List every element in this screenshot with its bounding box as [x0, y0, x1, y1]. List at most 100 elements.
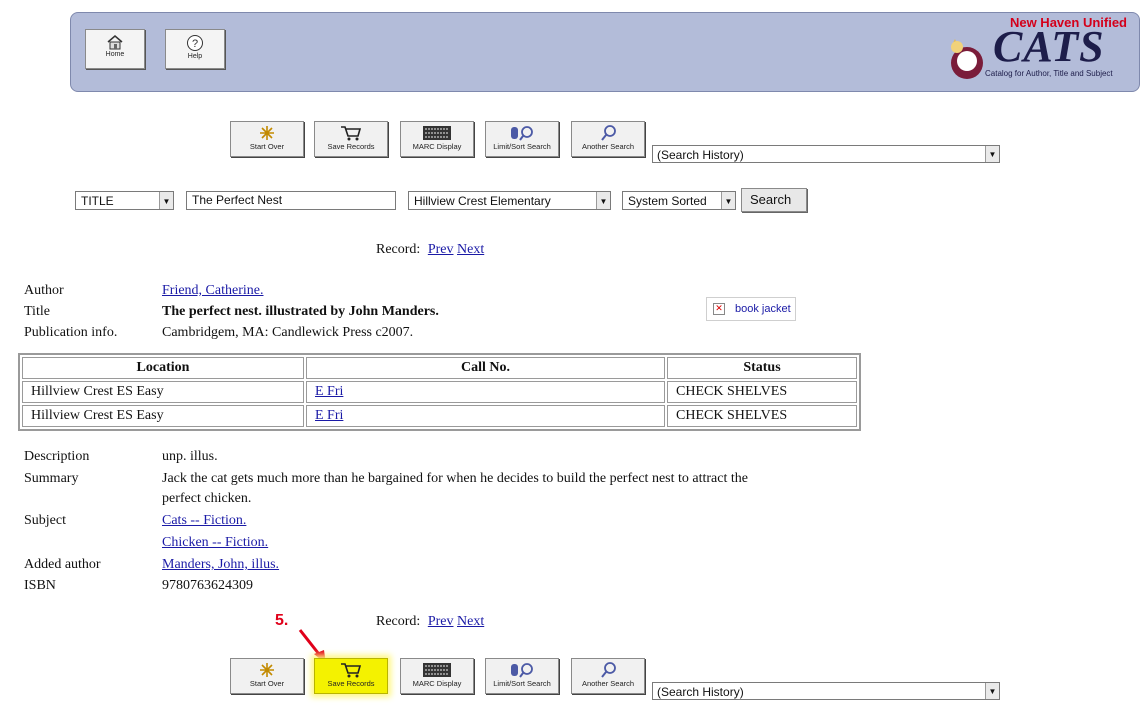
search-history-value: (Search History): [657, 685, 744, 699]
marc-grid-icon: [423, 126, 451, 140]
another-search-label: Another Search: [581, 142, 635, 151]
chevron-down-icon: ▼: [596, 192, 610, 209]
added-author-link[interactable]: Manders, John, illus.: [162, 557, 279, 572]
column-header-location: Location: [22, 357, 304, 379]
home-label: Home: [105, 51, 125, 58]
prev-record-link[interactable]: Prev: [428, 242, 454, 257]
table-header-row: Location Call No. Status: [22, 357, 857, 379]
chevron-down-icon: ▼: [985, 683, 999, 699]
svg-text:?: ?: [192, 38, 198, 50]
search-field-value: TITLE: [81, 194, 114, 208]
save-records-label: Save Records: [327, 142, 375, 151]
toolbar-bottom: Start Over Save Records MARC Display Lim…: [230, 658, 660, 702]
title-label: Title: [24, 304, 50, 319]
search-button[interactable]: Search: [741, 188, 807, 212]
start-over-label: Start Over: [249, 142, 285, 151]
search-button-label: Search: [750, 192, 792, 207]
description-value: unp. illus.: [162, 449, 218, 464]
subject-label: Subject: [24, 513, 66, 528]
book-jacket-alt: book jacket: [735, 303, 791, 315]
prev-record-link[interactable]: Prev: [428, 614, 454, 629]
status-cell: CHECK SHELVES: [667, 381, 857, 403]
header-banner: Home ? Help New Haven Unified CATS Catal…: [70, 12, 1140, 92]
search-query-text: The Perfect Nest: [192, 193, 283, 207]
column-header-call-no: Call No.: [306, 357, 665, 379]
help-button[interactable]: ? Help: [165, 29, 225, 69]
marc-display-button[interactable]: MARC Display: [400, 121, 474, 157]
magnifier-icon: [601, 662, 616, 678]
limit-sort-button[interactable]: Limit/Sort Search: [485, 658, 559, 694]
publication-label: Publication info.: [24, 325, 118, 340]
save-records-button[interactable]: Save Records: [314, 121, 388, 157]
isbn-value: 9780763624309: [162, 578, 253, 593]
column-header-status: Status: [667, 357, 857, 379]
summary-line-1: Jack the cat gets much more than he barg…: [162, 471, 748, 486]
another-search-label: Another Search: [581, 679, 635, 688]
search-history-select[interactable]: (Search History) ▼: [652, 682, 1000, 700]
location-cell: Hillview Crest ES Easy: [22, 405, 304, 427]
magnifier-icon: [601, 125, 616, 141]
help-icon: ?: [187, 35, 203, 51]
step-5-callout: 5.: [275, 612, 289, 629]
added-author-label: Added author: [24, 557, 101, 572]
broken-image-icon: ✕: [713, 303, 725, 315]
record-nav-top: Record: Prev Next: [376, 242, 484, 258]
record-nav-label: Record:: [376, 242, 421, 257]
start-over-button[interactable]: Start Over: [230, 121, 304, 157]
status-cell: CHECK SHELVES: [667, 405, 857, 427]
another-search-button[interactable]: Another Search: [571, 658, 645, 694]
subject-link-cats[interactable]: Cats -- Fiction.: [162, 513, 246, 528]
book-jacket-image[interactable]: ✕ book jacket: [706, 297, 796, 321]
next-record-link[interactable]: Next: [457, 242, 484, 257]
record-nav-bottom: Record: Prev Next: [376, 614, 484, 630]
call-no-link[interactable]: E Fri: [315, 384, 343, 399]
table-row: Hillview Crest ES Easy E Fri CHECK SHELV…: [22, 381, 857, 403]
cart-icon: [341, 126, 362, 141]
save-records-button-highlighted[interactable]: Save Records: [314, 658, 388, 694]
marc-display-button[interactable]: MARC Display: [400, 658, 474, 694]
home-icon: [107, 35, 123, 50]
toolbar-top: Start Over Save Records MARC Display Lim…: [230, 121, 660, 165]
logo-name: CATS: [993, 22, 1105, 71]
sort-select-value: System Sorted: [628, 194, 707, 208]
cart-icon: [341, 663, 362, 678]
start-over-button[interactable]: Start Over: [230, 658, 304, 694]
summary-line-2: perfect chicken.: [162, 491, 252, 506]
limit-sort-label: Limit/Sort Search: [493, 142, 551, 151]
another-search-button[interactable]: Another Search: [571, 121, 645, 157]
limit-sort-button[interactable]: Limit/Sort Search: [485, 121, 559, 157]
marc-grid-icon: [423, 663, 451, 677]
search-input[interactable]: The Perfect Nest: [186, 191, 396, 210]
chevron-down-icon: ▼: [985, 146, 999, 162]
record-nav-label: Record:: [376, 614, 421, 629]
logo-subtitle: Catalog for Author, Title and Subject: [985, 69, 1113, 78]
location-cell: Hillview Crest ES Easy: [22, 381, 304, 403]
subject-link-chicken[interactable]: Chicken -- Fiction.: [162, 535, 268, 550]
limit-search-icon: [511, 663, 533, 678]
save-records-label: Save Records: [327, 679, 375, 688]
call-no-link[interactable]: E Fri: [315, 408, 343, 423]
marc-display-label: MARC Display: [412, 679, 462, 688]
start-over-label: Start Over: [249, 679, 285, 688]
help-label: Help: [187, 53, 203, 60]
chevron-down-icon: ▼: [721, 192, 735, 209]
sparkle-icon: [260, 126, 274, 140]
next-record-link[interactable]: Next: [457, 614, 484, 629]
search-field-select[interactable]: TITLE ▼: [75, 191, 174, 210]
library-select[interactable]: Hillview Crest Elementary ▼: [408, 191, 611, 210]
chevron-down-icon: ▼: [159, 192, 173, 209]
home-button[interactable]: Home: [85, 29, 145, 69]
library-select-value: Hillview Crest Elementary: [414, 194, 551, 208]
isbn-label: ISBN: [24, 578, 56, 593]
marc-display-label: MARC Display: [412, 142, 462, 151]
cat-mascot-icon: [951, 39, 983, 79]
cats-logo: New Haven Unified CATS Catalog for Autho…: [945, 15, 1131, 87]
summary-label: Summary: [24, 471, 79, 486]
title-value: The perfect nest. illustrated by John Ma…: [162, 304, 439, 319]
search-history-select[interactable]: (Search History) ▼: [652, 145, 1000, 163]
author-link[interactable]: Friend, Catherine.: [162, 283, 263, 298]
holdings-table: Location Call No. Status Hillview Crest …: [18, 353, 861, 431]
author-label: Author: [24, 283, 64, 298]
table-row: Hillview Crest ES Easy E Fri CHECK SHELV…: [22, 405, 857, 427]
sort-select[interactable]: System Sorted ▼: [622, 191, 736, 210]
